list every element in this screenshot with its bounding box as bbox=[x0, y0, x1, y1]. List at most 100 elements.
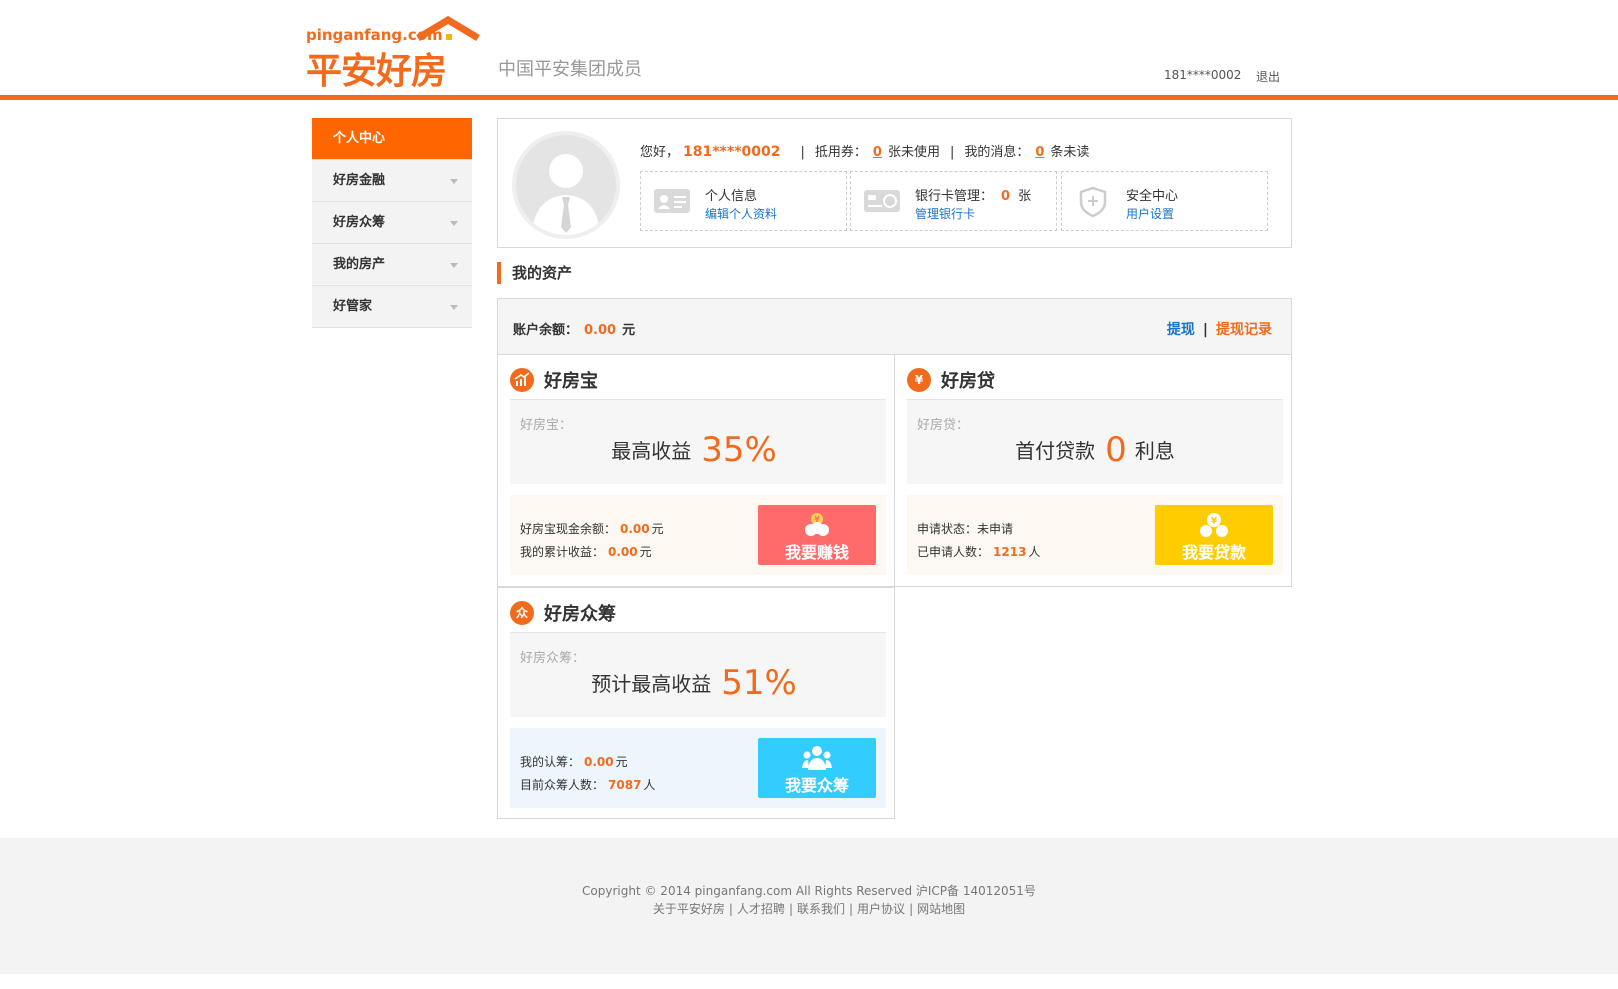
info-label: 我的认筹： bbox=[520, 755, 581, 769]
chevron-down-icon bbox=[450, 263, 458, 268]
footer-link-about[interactable]: 关于平安好房 bbox=[653, 902, 725, 916]
money-pile-icon: ¥ bbox=[805, 513, 829, 536]
greeting-line: 您好， 181****0002 | 抵用券： 0 张未使用 | 我的消息： 0 条未读 bbox=[640, 141, 1089, 160]
info-row: 我的累计收益： 0.00 元 bbox=[520, 543, 652, 560]
sidebar-item-finance[interactable]: 好房金融 bbox=[312, 160, 472, 202]
button-label: 我要众筹 bbox=[784, 776, 849, 795]
promo-main: 最高收益 35% bbox=[510, 430, 886, 470]
sidebar-item-label: 好房众筹 bbox=[333, 215, 386, 230]
sidebar-item-personal-center[interactable]: 个人中心 bbox=[312, 118, 472, 160]
balance-unit: 元 bbox=[622, 323, 636, 338]
footer-link-careers[interactable]: 人才招聘 bbox=[737, 902, 785, 916]
info-value: 0.00 bbox=[620, 522, 650, 536]
sidebar-item-label: 好房金融 bbox=[333, 173, 386, 188]
sidebar-item-crowdfunding[interactable]: 好房众筹 bbox=[312, 202, 472, 244]
info-label: 好房宝现金余额： bbox=[520, 522, 617, 536]
promo-text: 首付贷款 bbox=[1015, 439, 1096, 463]
info-row: 目前众筹人数： 7087 人 bbox=[520, 776, 655, 793]
info-row: 申请状态：未申请 bbox=[917, 520, 1013, 537]
chevron-down-icon bbox=[450, 179, 458, 184]
product-header: 好房宝 bbox=[510, 367, 598, 393]
info-label: 目前众筹人数： bbox=[520, 778, 605, 792]
greeting-separator: | bbox=[949, 145, 955, 160]
footer-divider: | bbox=[788, 902, 793, 916]
product-haofangdai: ¥ 好房贷 好房贷： 首付贷款 0 利息 申请状态：未申请 已申请人数： 1213 人 ¥… bbox=[894, 355, 1292, 587]
group-people-icon bbox=[802, 746, 832, 770]
chart-up-icon bbox=[510, 368, 534, 392]
bank-card-unit: 张 bbox=[1018, 189, 1032, 204]
withdraw-record-link[interactable]: 提现记录 bbox=[1216, 322, 1272, 338]
site-logo[interactable]: pinganfang.com 平安好房 bbox=[306, 16, 491, 92]
promo-text: 最高收益 bbox=[611, 439, 692, 463]
profile-summary: 您好， 181****0002 | 抵用券： 0 张未使用 | 我的消息： 0 条未读 个人信息 … bbox=[497, 118, 1292, 248]
footer-link-contact[interactable]: 联系我们 bbox=[797, 902, 845, 916]
user-silhouette-icon bbox=[532, 154, 600, 235]
footer-divider: | bbox=[728, 902, 733, 916]
info-unit: 人 bbox=[1028, 545, 1041, 559]
bank-card-count: 0 bbox=[1001, 189, 1011, 204]
personal-info-card: 个人信息 编辑个人资料 bbox=[640, 171, 847, 231]
promo-value: 51% bbox=[721, 663, 797, 703]
voucher-label: 抵用券： bbox=[814, 145, 867, 160]
crowd-icon: 众 bbox=[510, 601, 534, 625]
shield-icon bbox=[1079, 186, 1107, 218]
info-value: 7087 bbox=[608, 778, 642, 792]
info-unit: 元 bbox=[639, 545, 652, 559]
logout-link[interactable]: 退出 bbox=[1256, 68, 1280, 85]
edit-profile-link[interactable]: 编辑个人资料 bbox=[705, 205, 777, 222]
header-user-phone[interactable]: 181****0002 bbox=[1164, 68, 1241, 82]
promo-text: 预计最高收益 bbox=[591, 672, 712, 696]
product-promo: 好房贷： 首付贷款 0 利息 bbox=[907, 400, 1283, 484]
site-header: pinganfang.com 平安好房 中国平安集团成员 181****0002… bbox=[0, 0, 1618, 100]
apply-loan-button[interactable]: ¥ 我要贷款 bbox=[1155, 505, 1273, 565]
product-info: 申请状态：未申请 已申请人数： 1213 人 ¥ 我要贷款 bbox=[907, 495, 1283, 575]
withdraw-links: 提现 | 提现记录 bbox=[1167, 319, 1272, 339]
product-name: 好房宝 bbox=[544, 371, 598, 392]
chevron-down-icon bbox=[450, 221, 458, 226]
voucher-unit: 张未使用 bbox=[887, 145, 940, 160]
sidebar-nav: 个人中心 好房金融 好房众筹 我的房产 好管家 bbox=[312, 118, 472, 328]
group-slogan: 中国平安集团成员 bbox=[498, 59, 642, 80]
info-value: 0.00 bbox=[608, 545, 638, 559]
promo-suffix: 利息 bbox=[1134, 439, 1175, 463]
product-haofangbao: 好房宝 好房宝： 最高收益 35% 好房宝现金余额： 0.00 元 我的累计收益： 0.… bbox=[497, 355, 895, 587]
manage-bank-card-link[interactable]: 管理银行卡 bbox=[915, 205, 975, 222]
info-value: 0.00 bbox=[584, 755, 614, 769]
footer-link-agreement[interactable]: 用户协议 bbox=[857, 902, 905, 916]
product-name: 好房贷 bbox=[941, 371, 995, 392]
sidebar-item-butler[interactable]: 好管家 bbox=[312, 286, 472, 328]
footer-link-sitemap[interactable]: 网站地图 bbox=[917, 902, 965, 916]
footer-links: 关于平安好房 | 人才招聘 | 联系我们 | 用户协议 | 网站地图 bbox=[0, 900, 1618, 917]
user-settings-link[interactable]: 用户设置 bbox=[1126, 205, 1174, 222]
security-center-card: 安全中心 用户设置 bbox=[1061, 171, 1268, 231]
voucher-count[interactable]: 0 bbox=[873, 145, 882, 160]
sidebar-item-my-property[interactable]: 我的房产 bbox=[312, 244, 472, 286]
id-card-icon bbox=[654, 189, 690, 213]
info-value: 1213 bbox=[993, 545, 1027, 559]
sidebar-item-label: 我的房产 bbox=[333, 257, 386, 272]
join-crowdfunding-button[interactable]: 我要众筹 bbox=[758, 738, 876, 798]
security-center-title: 安全中心 bbox=[1126, 189, 1179, 204]
site-footer: Copyright © 2014 pinganfang.com All Righ… bbox=[0, 838, 1618, 974]
promo-main: 预计最高收益 51% bbox=[510, 663, 886, 703]
product-name: 好房众筹 bbox=[544, 604, 616, 625]
sidebar-item-label: 个人中心 bbox=[333, 131, 386, 146]
button-label: 我要赚钱 bbox=[784, 543, 849, 562]
withdraw-link[interactable]: 提现 bbox=[1167, 322, 1195, 338]
info-row: 好房宝现金余额： 0.00 元 bbox=[520, 520, 664, 537]
info-unit: 元 bbox=[651, 522, 664, 536]
house-roof-icon bbox=[416, 16, 480, 42]
info-value: 未申请 bbox=[977, 522, 1014, 536]
earn-money-button[interactable]: ¥ 我要赚钱 bbox=[758, 505, 876, 565]
info-unit: 人 bbox=[643, 778, 656, 792]
assets-panel: 账户余额： 0.00 元 提现 | 提现记录 好房宝 好房宝： 最高收益 35% 好房宝现… bbox=[497, 298, 1292, 819]
button-label: 我要贷款 bbox=[1181, 543, 1246, 562]
balance-label: 账户余额： bbox=[513, 323, 579, 338]
bank-card-title: 银行卡管理： bbox=[915, 189, 994, 204]
product-header: ¥ 好房贷 bbox=[907, 367, 995, 393]
greeting-phone: 181****0002 bbox=[683, 144, 781, 160]
bank-card-line: 银行卡管理： 0 张 bbox=[915, 185, 1031, 204]
message-count[interactable]: 0 bbox=[1035, 145, 1044, 160]
avatar[interactable] bbox=[512, 131, 620, 239]
promo-value: 35% bbox=[701, 430, 777, 470]
